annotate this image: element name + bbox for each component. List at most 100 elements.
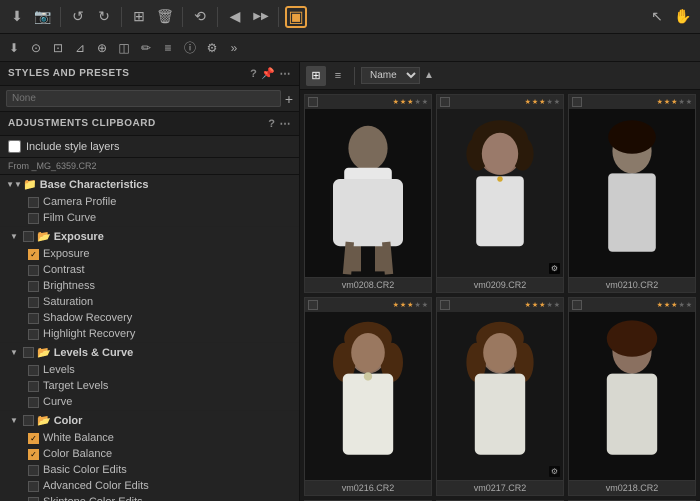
download-icon[interactable]: ⬇ [6, 6, 28, 28]
film-curve-checkbox[interactable] [28, 213, 39, 224]
adj-help-icon[interactable]: ? [268, 118, 275, 130]
advanced-color-edits-checkbox[interactable] [28, 481, 39, 492]
sort-select[interactable]: Name Date Rating Size [361, 67, 420, 84]
levels-checkbox[interactable] [28, 365, 39, 376]
sec-crop-icon[interactable]: ⊡ [48, 38, 68, 58]
menu-header-icon[interactable]: ⋯ [280, 67, 292, 80]
thumb-vm0217[interactable]: ★★★★★ ⚙ [436, 297, 564, 496]
adj-header-icons: ? ⋯ [268, 117, 291, 130]
tree-child-levels[interactable]: Levels [0, 362, 299, 378]
sec-more-icon[interactable]: » [224, 38, 244, 58]
sec-transform-icon[interactable]: ◫ [114, 38, 134, 58]
thumb-vm0216[interactable]: ★★★★★ vm0216.CR2 [304, 297, 432, 496]
thumb-checkbox-vm0209[interactable] [440, 97, 450, 107]
tree-section-levels: ▼ 📂 Levels & Curve Levels Target Levels … [0, 343, 299, 411]
sep5 [278, 7, 279, 27]
contrast-checkbox[interactable] [28, 265, 39, 276]
saturation-checkbox[interactable] [28, 297, 39, 308]
list-view-icon[interactable]: ≡ [328, 66, 348, 86]
presets-search-input[interactable] [6, 90, 281, 107]
camera-icon[interactable]: 📷 [32, 6, 54, 28]
thumb-checkbox-vm0218[interactable] [572, 300, 582, 310]
sec-camera-icon[interactable]: ⊙ [26, 38, 46, 58]
color-section-checkbox[interactable] [23, 415, 34, 426]
skintone-color-edits-checkbox[interactable] [28, 497, 39, 501]
thumb-checkbox-vm0217[interactable] [440, 300, 450, 310]
gear-icon-vm0209[interactable]: ⚙ [549, 263, 560, 274]
sort-arrow-icon[interactable]: ▲ [424, 70, 434, 81]
curve-checkbox[interactable] [28, 397, 39, 408]
color-balance-checkbox[interactable] [28, 449, 39, 460]
tree-child-film-curve[interactable]: Film Curve [0, 210, 299, 226]
undo-icon[interactable]: ↺ [67, 6, 89, 28]
camera-profile-checkbox[interactable] [28, 197, 39, 208]
tree-child-white-balance[interactable]: White Balance [0, 430, 299, 446]
highlight-recovery-checkbox[interactable] [28, 329, 39, 340]
thumb-vm0210[interactable]: ★★★★★ vm0210.CR2 [568, 94, 696, 293]
target-levels-checkbox[interactable] [28, 381, 39, 392]
basic-color-edits-checkbox[interactable] [28, 465, 39, 476]
tree-child-saturation[interactable]: Saturation [0, 294, 299, 310]
delete-icon[interactable]: 🗑 [154, 6, 176, 28]
shadow-recovery-checkbox[interactable] [28, 313, 39, 324]
rotate-ccw-icon[interactable]: ⟲ [189, 6, 211, 28]
sec-list-icon[interactable]: ≡ [158, 38, 178, 58]
sec-pen-icon[interactable]: ✏ [136, 38, 156, 58]
copy-icon[interactable]: ⊞ [128, 6, 150, 28]
thumb-vm0218[interactable]: ★★★★★ vm0218.CR2 [568, 297, 696, 496]
thumb-checkbox-vm0216[interactable] [308, 300, 318, 310]
cursor-tool-icon[interactable]: ↖ [646, 6, 668, 28]
sec-pin-icon[interactable]: ⊿ [70, 38, 90, 58]
tree-child-target-levels[interactable]: Target Levels [0, 378, 299, 394]
tree-child-camera-profile[interactable]: Camera Profile [0, 194, 299, 210]
thumb-vm0208[interactable]: ★★★★★ vm0208.CR [304, 94, 432, 293]
exposure-label: Exposure [54, 231, 295, 243]
add-preset-button[interactable]: + [285, 91, 293, 107]
tree-child-contrast[interactable]: Contrast [0, 262, 299, 278]
tree-child-color-balance[interactable]: Color Balance [0, 446, 299, 462]
panel-header-icons: ? 📌 ⋯ [250, 67, 291, 80]
thumb-vm0209[interactable]: ★★★★★ [436, 94, 564, 293]
tree-child-brightness[interactable]: Brightness [0, 278, 299, 294]
exposure-item-label: Exposure [43, 248, 295, 260]
secondary-toolbar: ⬇ ⊙ ⊡ ⊿ ⊕ ◫ ✏ ≡ ⓘ ⚙ » [0, 34, 700, 62]
tree-child-basic-color-edits[interactable]: Basic Color Edits [0, 462, 299, 478]
tree-child-skintone-color-edits[interactable]: Skintone Color Edits [0, 494, 299, 501]
tree-parent-exposure[interactable]: ▼ 📂 Exposure [0, 227, 299, 246]
tree-child-highlight-recovery[interactable]: Highlight Recovery [0, 326, 299, 342]
tree-section-base: ▼ 📁 Base Characteristics Camera Profile … [0, 175, 299, 227]
sec-info-icon[interactable]: ⓘ [180, 38, 200, 58]
tree-child-exposure[interactable]: Exposure [0, 246, 299, 262]
thumb-top-vm0209: ★★★★★ [437, 95, 563, 109]
back-icon[interactable]: ◀ [224, 6, 246, 28]
pin-header-icon[interactable]: 📌 [261, 67, 275, 80]
sec-import-icon[interactable]: ⬇ [4, 38, 24, 58]
grid-view-icon[interactable]: ⊞ [306, 66, 326, 86]
sec-settings-icon[interactable]: ⚙ [202, 38, 222, 58]
white-balance-checkbox[interactable] [28, 433, 39, 444]
tree-parent-base[interactable]: ▼ 📁 Base Characteristics [0, 175, 299, 194]
sec-zoom-icon[interactable]: ⊕ [92, 38, 112, 58]
color-label: Color [54, 415, 295, 427]
include-style-checkbox[interactable] [8, 140, 21, 153]
exposure-checkbox[interactable] [28, 249, 39, 260]
fwd-icon[interactable]: ▶▶ [250, 6, 272, 28]
redo-icon[interactable]: ↻ [93, 6, 115, 28]
brightness-checkbox[interactable] [28, 281, 39, 292]
tree-child-curve[interactable]: Curve [0, 394, 299, 410]
tree-parent-color[interactable]: ▼ 📂 Color [0, 411, 299, 430]
layers-active-icon[interactable]: ▣ [285, 6, 307, 28]
thumb-checkbox-vm0210[interactable] [572, 97, 582, 107]
from-label: From _MG_6359.CR2 [0, 158, 299, 175]
gear-icon-vm0217[interactable]: ⚙ [549, 466, 560, 477]
thumb-img-vm0218 [569, 312, 695, 480]
levels-section-checkbox[interactable] [23, 347, 34, 358]
tree-child-shadow-recovery[interactable]: Shadow Recovery [0, 310, 299, 326]
adj-menu-icon[interactable]: ⋯ [280, 117, 292, 130]
exposure-section-checkbox[interactable] [23, 231, 34, 242]
tree-child-advanced-color-edits[interactable]: Advanced Color Edits [0, 478, 299, 494]
hand-tool-icon[interactable]: ✋ [672, 6, 694, 28]
tree-parent-levels[interactable]: ▼ 📂 Levels & Curve [0, 343, 299, 362]
thumb-checkbox-vm0208[interactable] [308, 97, 318, 107]
help-icon[interactable]: ? [250, 68, 257, 80]
